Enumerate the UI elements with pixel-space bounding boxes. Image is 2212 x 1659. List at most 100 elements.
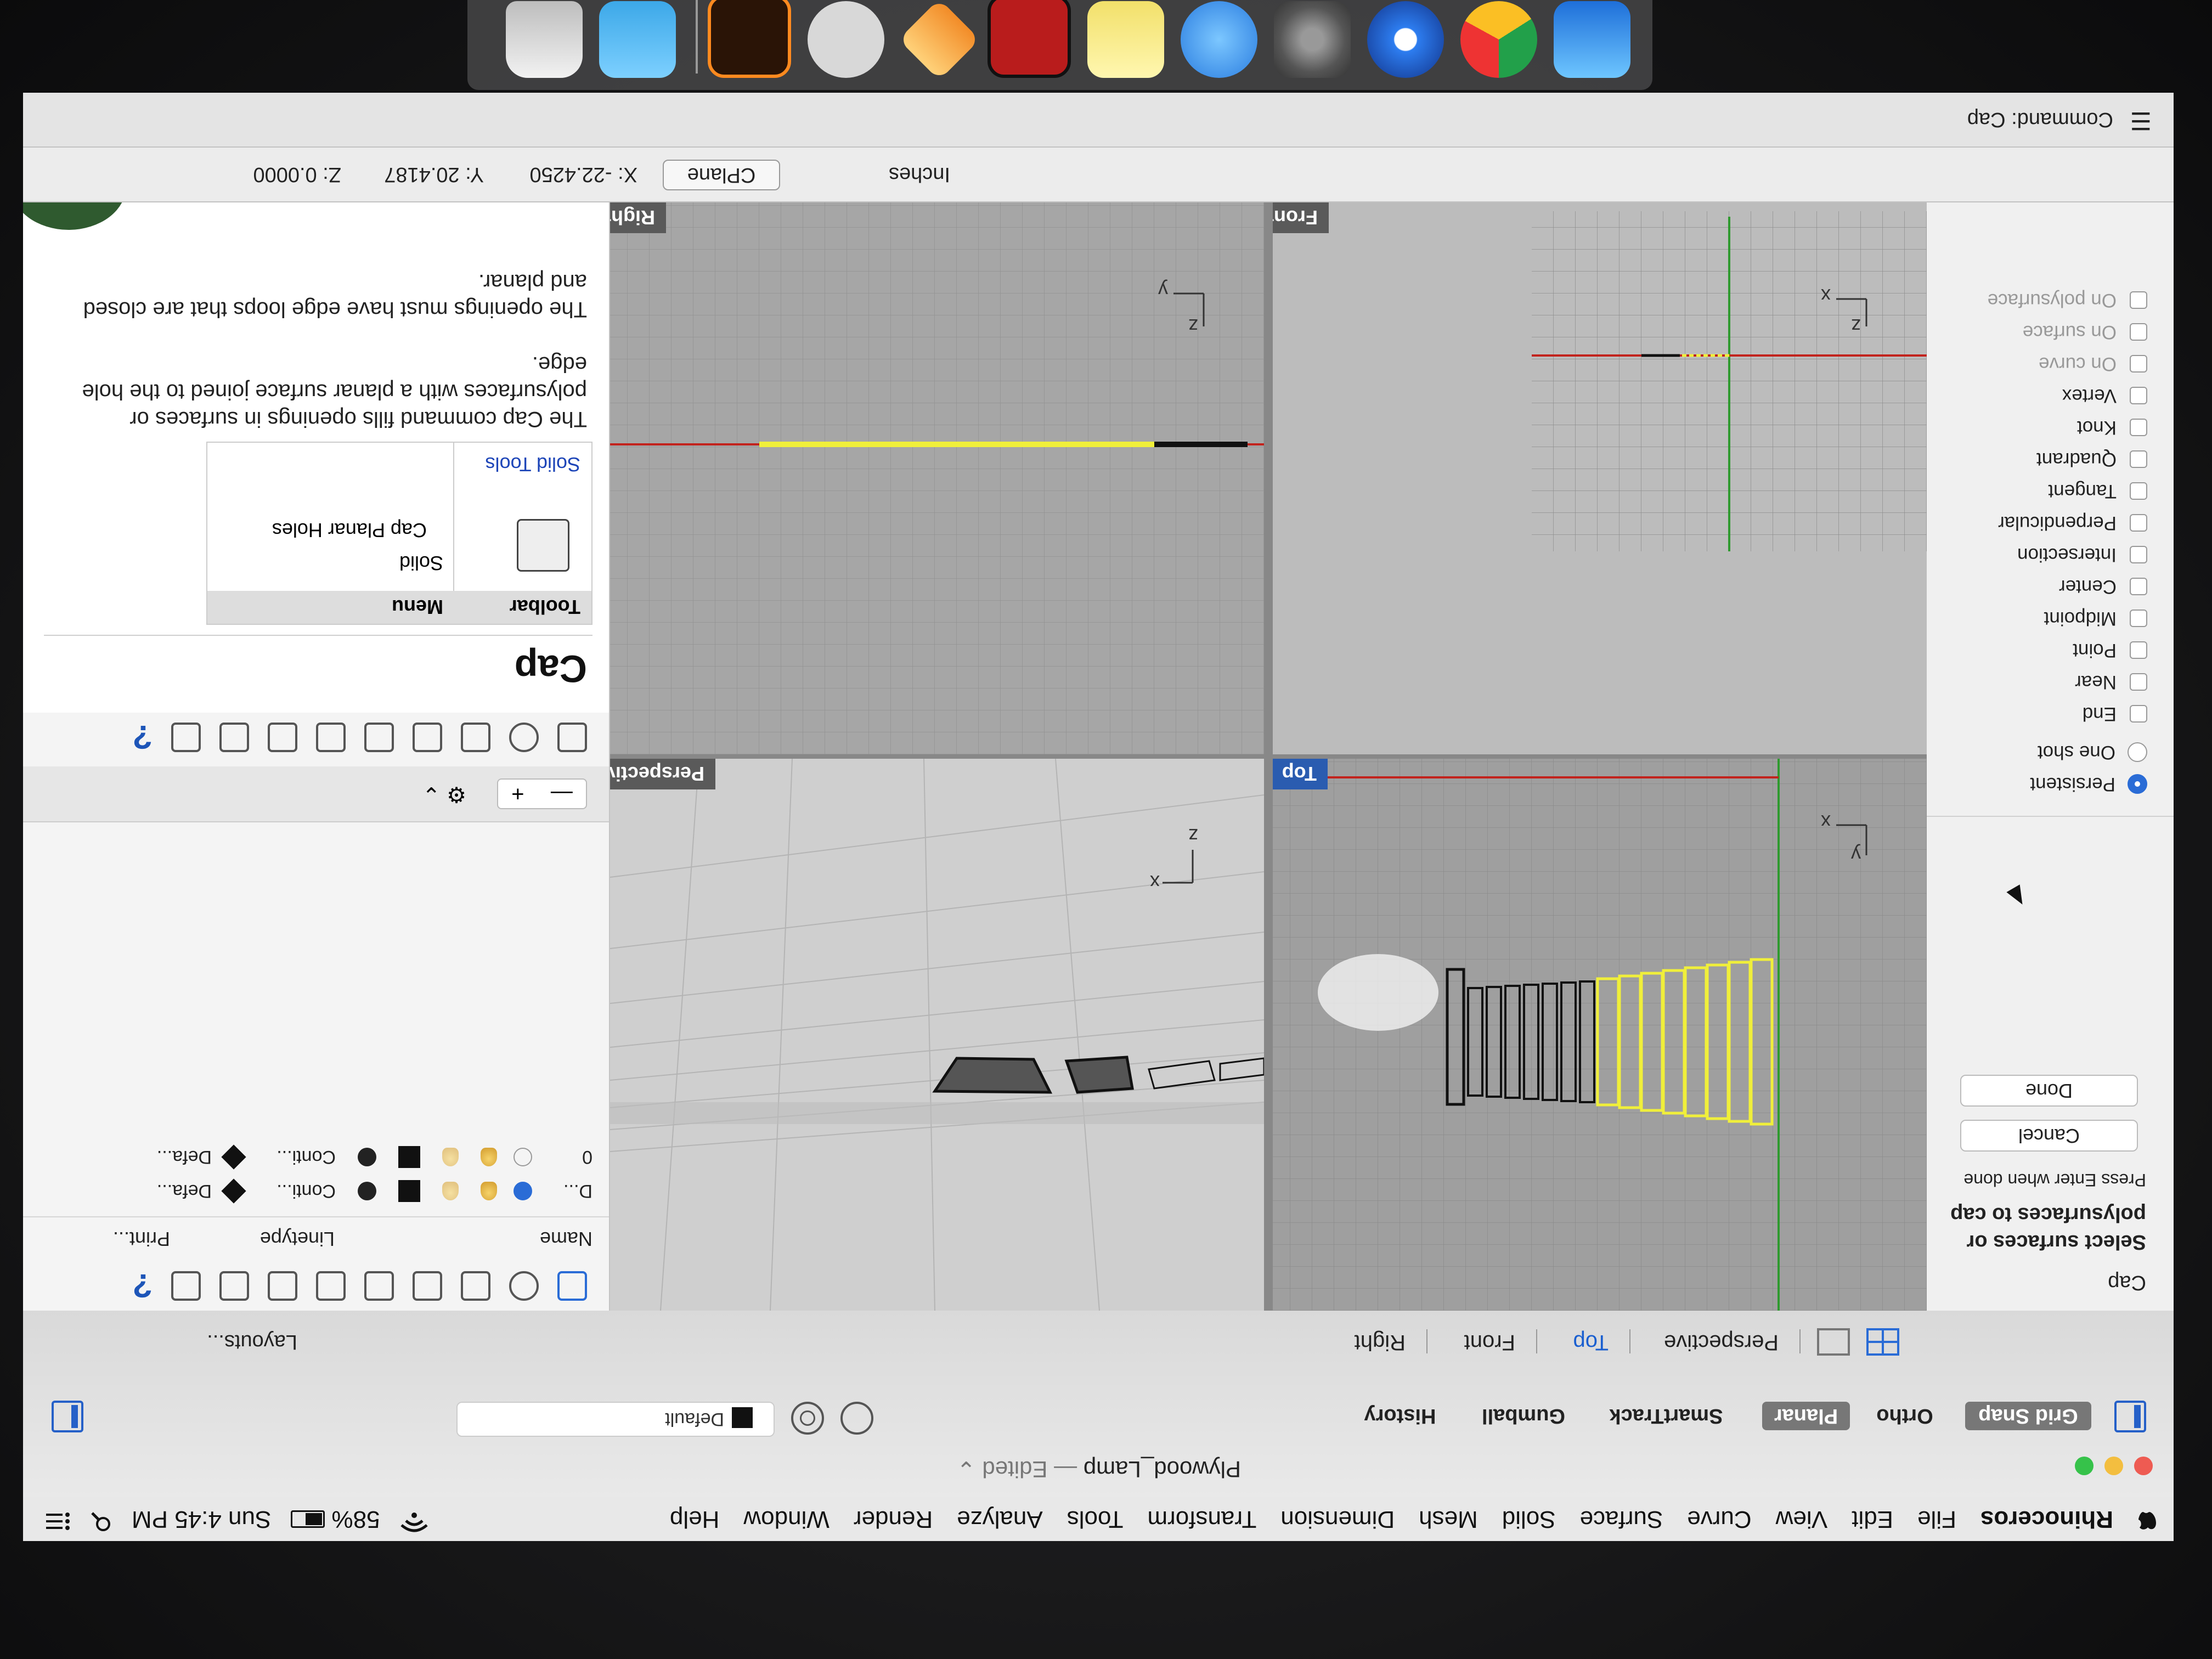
spotlight-icon[interactable] [90, 1505, 112, 1533]
render-panel-icon[interactable] [364, 723, 394, 752]
wifi-icon[interactable] [399, 1505, 429, 1533]
planar-toggle[interactable]: Planar [1762, 1402, 1850, 1430]
current-layer-radio[interactable] [514, 1148, 532, 1166]
display-panel-icon[interactable] [219, 723, 249, 752]
layer-lock-icon[interactable] [442, 1182, 459, 1200]
remove-layer-button[interactable]: — [551, 782, 573, 806]
add-remove-layer-stepper[interactable]: — + [497, 778, 587, 809]
osnap-point[interactable]: Point [2073, 639, 2147, 661]
menu-surface[interactable]: Surface [1580, 1505, 1663, 1533]
library-panel-icon[interactable] [171, 723, 201, 752]
layers-col-linetype[interactable]: Linetype [260, 1227, 335, 1250]
battery-status[interactable]: 58% [291, 1505, 380, 1533]
layer-material-icon[interactable] [358, 1148, 376, 1166]
rhino-icon[interactable] [808, 1, 884, 78]
finder-icon[interactable] [1554, 1, 1630, 78]
command-history-icon[interactable]: ☰ [2130, 106, 2152, 134]
osnap-on-polysurface[interactable]: On polysurface [1988, 289, 2147, 311]
layer-row-0[interactable]: 0 Conti... Defa... [157, 1142, 592, 1172]
layer-visible-icon[interactable] [481, 1148, 497, 1166]
grid-snap-toggle[interactable]: Grid Snap [1965, 1402, 2091, 1430]
osnap-midpoint[interactable]: Midpoint [2044, 607, 2147, 629]
render-panel-icon[interactable] [364, 1271, 394, 1301]
front-viewport-label[interactable]: Front [1273, 202, 1329, 233]
perspective-viewport-label[interactable]: Perspective [610, 759, 715, 789]
menu-dimension[interactable]: Dimension [1280, 1505, 1395, 1533]
layer-row-default[interactable]: D... Conti... Defa... [157, 1176, 592, 1206]
layer-linetype[interactable]: Conti... [242, 1147, 336, 1168]
top-viewport-label[interactable]: Top [1273, 759, 1328, 789]
messages-icon[interactable] [1181, 1, 1257, 78]
materials-panel-icon[interactable] [316, 723, 346, 752]
osnap-on-curve[interactable]: On curve [2039, 353, 2147, 375]
layer-color-swatch[interactable] [732, 1407, 753, 1428]
command-line[interactable]: ☰ Command: Cap [23, 93, 2174, 148]
menu-tools[interactable]: Tools [1067, 1505, 1124, 1533]
layer-linetype[interactable]: Conti... [242, 1181, 336, 1202]
help-panel-icon[interactable]: ? [132, 1267, 153, 1305]
properties-panel-icon[interactable] [509, 1271, 539, 1301]
layer-options-gear-icon[interactable]: ⚙ ⌄ [422, 782, 467, 807]
close-window-button[interactable] [2134, 1457, 2153, 1475]
cancel-button[interactable]: Cancel [1960, 1120, 2138, 1152]
snap-one-shot[interactable]: One shot [2038, 741, 2147, 763]
osnap-perpendicular[interactable]: Perpendicular [1998, 512, 2147, 534]
layer-name[interactable]: 0 [532, 1147, 592, 1168]
menu-render[interactable]: Render [854, 1505, 933, 1533]
add-layer-button[interactable]: + [511, 782, 524, 806]
command-line-text[interactable]: Command: Cap [1967, 108, 2113, 131]
trash-icon[interactable] [506, 1, 583, 78]
menu-window[interactable]: Window [743, 1505, 830, 1533]
materials-panel-icon[interactable] [316, 1271, 346, 1301]
cap-tool-icon[interactable] [517, 519, 569, 572]
notification-center-icon[interactable] [45, 1505, 70, 1533]
layer-print[interactable]: Defa... [157, 1147, 212, 1168]
help-panel-icon[interactable]: ? [132, 719, 153, 757]
cplane-select[interactable]: CPlane [663, 160, 780, 190]
menu-help[interactable]: Help [670, 1505, 720, 1533]
system-preferences-icon[interactable] [1274, 1, 1351, 78]
document-panel-icon[interactable] [461, 1271, 490, 1301]
layer-color-icon[interactable] [398, 1180, 420, 1202]
library-panel-icon[interactable] [171, 1271, 201, 1301]
osnap-center[interactable]: Center [2059, 575, 2147, 597]
menu-app-name[interactable]: Rhinoceros [1980, 1505, 2113, 1533]
top-viewport[interactable]: Top y x [1273, 759, 1927, 1311]
units-label[interactable]: Inches [889, 162, 950, 186]
osnap-intersection[interactable]: Intersection [2017, 544, 2147, 566]
sidebar-toggle-icon[interactable] [2114, 1401, 2146, 1432]
layer-visible-icon[interactable] [481, 1182, 497, 1200]
osnap-vertex[interactable]: Vertex [2062, 385, 2147, 407]
layer-material-icon[interactable] [358, 1182, 376, 1200]
menu-analyze[interactable]: Analyze [957, 1505, 1043, 1533]
chrome-icon[interactable] [1460, 1, 1537, 78]
single-viewport-icon[interactable] [1817, 1328, 1850, 1356]
menu-file[interactable]: File [1917, 1505, 1956, 1533]
object-panel-icon[interactable] [413, 1271, 442, 1301]
osnap-knot[interactable]: Knot [2077, 416, 2147, 438]
layer-print[interactable]: Defa... [157, 1181, 212, 1202]
layers-panel-icon[interactable] [557, 723, 587, 752]
menu-transform[interactable]: Transform [1147, 1505, 1256, 1533]
gumball-toggle[interactable]: Gumball [1466, 1402, 1581, 1430]
layouts-button[interactable]: Layouts... [207, 1330, 297, 1353]
tab-perspective[interactable]: Perspective [1664, 1330, 1779, 1355]
edited-indicator[interactable]: — Edited ⌄ [957, 1457, 1084, 1482]
menu-curve[interactable]: Curve [1687, 1505, 1751, 1533]
notes-panel-icon[interactable] [268, 723, 297, 752]
help-toolbar-link[interactable]: Solid Tools [486, 453, 580, 476]
layers-col-print[interactable]: Print... [113, 1227, 170, 1250]
menu-edit[interactable]: Edit [1852, 1505, 1893, 1533]
illustrator-icon[interactable] [708, 0, 791, 78]
properties-panel-icon[interactable] [509, 723, 539, 752]
object-panel-icon[interactable] [413, 723, 442, 752]
osnap-near[interactable]: Near [2075, 671, 2147, 693]
tab-right[interactable]: Right [1355, 1330, 1406, 1355]
current-layer-select[interactable]: Default [456, 1402, 775, 1437]
smarttrack-toggle[interactable]: SmartTrack [1592, 1402, 1740, 1430]
menu-view[interactable]: View [1776, 1505, 1828, 1533]
layer-lock-icon[interactable] [442, 1148, 459, 1166]
osnap-on-surface[interactable]: On surface [2023, 321, 2147, 343]
osnap-tangent[interactable]: Tangent [2048, 480, 2147, 502]
minimize-window-button[interactable] [2104, 1457, 2123, 1475]
